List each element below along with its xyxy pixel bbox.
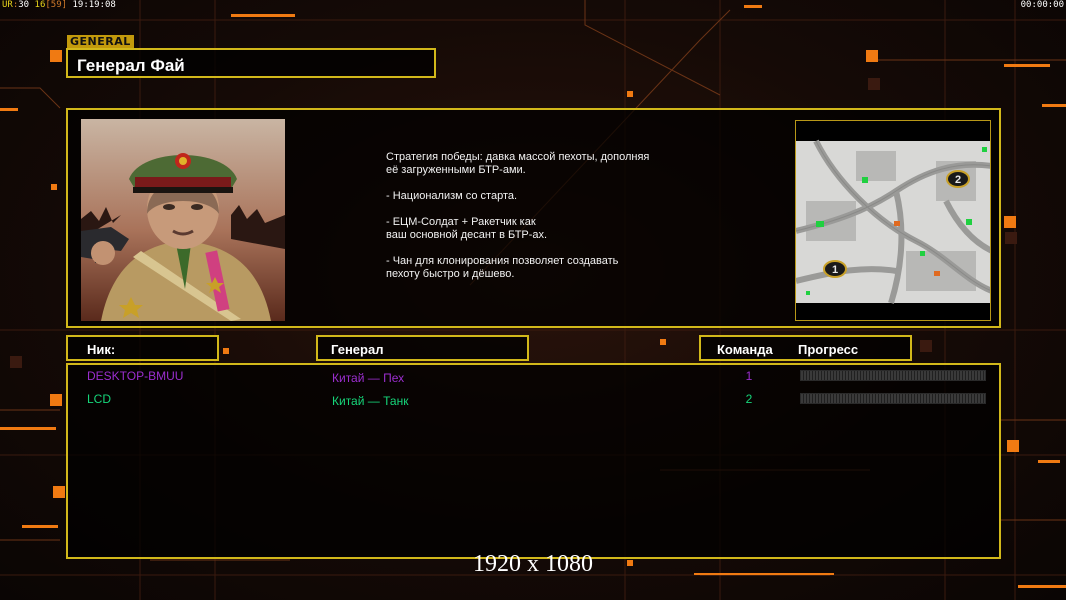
start-marker-1: 1 [823, 260, 847, 278]
start-marker-2-label: 2 [955, 174, 961, 186]
player-nick: DESKTOP-BMUU [87, 369, 184, 383]
progress-header-label: Прогресс [798, 342, 859, 357]
game-timer: 00:00:00 [1020, 0, 1064, 10]
player-general: Китай — Танк [332, 394, 409, 408]
column-header-general: Генерал [316, 335, 529, 361]
minimap[interactable]: 1 2 [795, 120, 991, 321]
column-header-nick: Ник: [66, 335, 219, 361]
player-nick: LCD [87, 392, 112, 406]
column-header-team-progress: Команда Прогресс [699, 335, 912, 361]
ur-value: 30 [18, 0, 30, 10]
general-title-box: Генерал Фай [66, 48, 436, 78]
player-row: LCD Китай — Танк 2 [68, 390, 999, 410]
hud-stats: UR:30 16[59] 19:19:08 [2, 0, 116, 10]
ur-label: UR [2, 0, 13, 10]
resolution-overlay: 1920 x 1080 [473, 551, 593, 577]
fps-bracket: [59] [45, 0, 68, 10]
player-team: 2 [745, 392, 753, 406]
player-general: Китай — Пех [332, 371, 405, 385]
fps-value: 16 [34, 0, 46, 10]
strategy-description: Стратегия победы: давка массой пехоты, д… [386, 151, 650, 280]
general-info-panel: Стратегия победы: давка массой пехоты, д… [66, 108, 1001, 328]
player-progress-bar [800, 393, 986, 404]
players-panel: DESKTOP-BMUU Китай — Пех 1 LCD Китай — Т… [66, 363, 1001, 559]
player-progress-bar [800, 370, 986, 381]
team-header-label: Команда [717, 342, 773, 357]
general-portrait [81, 119, 285, 321]
general-name: Генерал Фай [77, 56, 185, 75]
nick-header-label: Ник: [87, 342, 116, 357]
clock: 19:19:08 [72, 0, 116, 10]
start-marker-1-label: 1 [832, 264, 838, 276]
start-marker-2: 2 [946, 170, 970, 188]
general-header-label: Генерал [331, 342, 384, 357]
general-tag: GENERAL [67, 35, 134, 48]
player-row: DESKTOP-BMUU Китай — Пех 1 [68, 367, 999, 387]
player-team: 1 [745, 369, 753, 383]
